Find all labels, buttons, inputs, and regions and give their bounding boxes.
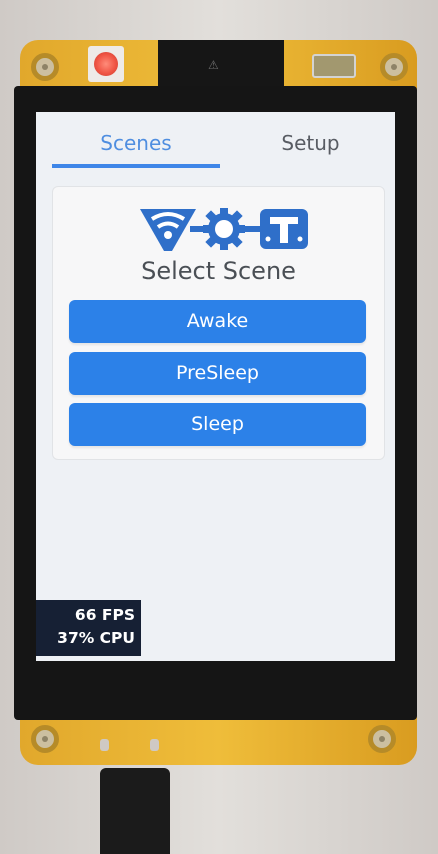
chip-component: ⚠ — [158, 40, 284, 88]
awake-button[interactable]: Awake — [69, 300, 366, 343]
active-tab-indicator — [52, 164, 220, 168]
lcd-screen: Scenes Setup Select Scene Awake PreSleep… — [36, 112, 395, 661]
mount-hole-icon — [368, 725, 396, 753]
cpu-readout: 37% CPU — [57, 629, 135, 647]
wot-logo-icon — [140, 208, 308, 251]
presleep-button[interactable]: PreSleep — [69, 352, 366, 395]
perf-monitor: 66 FPS 37% CPU — [36, 600, 141, 656]
fps-readout: 66 FPS — [74, 606, 135, 624]
usb-cable — [100, 768, 170, 854]
tab-bar: Scenes Setup — [36, 112, 395, 170]
header-pin — [150, 739, 159, 751]
header-pin — [100, 739, 109, 751]
tab-scenes[interactable]: Scenes — [52, 112, 220, 170]
smd-component — [312, 54, 356, 78]
panel-title: Select Scene — [141, 257, 296, 285]
mount-hole-icon — [31, 53, 59, 81]
tab-setup[interactable]: Setup — [226, 112, 395, 170]
esd-warning-icon: ⚠ — [208, 58, 219, 72]
rgb-led-icon — [88, 46, 124, 82]
mount-hole-icon — [380, 53, 408, 81]
mount-hole-icon — [31, 725, 59, 753]
sleep-button[interactable]: Sleep — [69, 403, 366, 446]
scene-panel: Select Scene Awake PreSleep Sleep — [52, 186, 385, 460]
